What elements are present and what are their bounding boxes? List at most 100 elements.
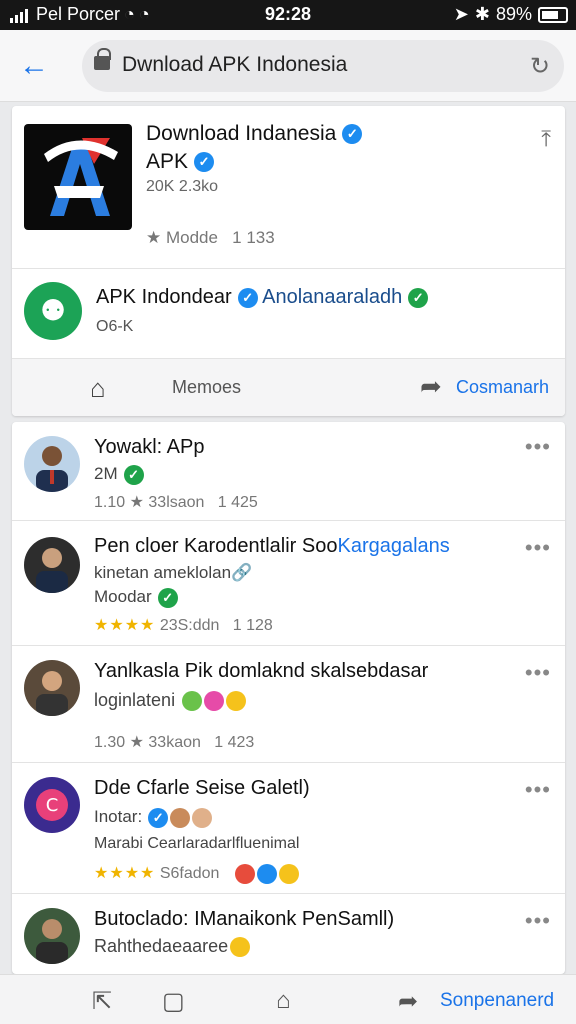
post-meta: ★★★★ S6fadon [94, 863, 299, 884]
post-title: Pen cloer Karodentlalir SooKargagalans [94, 535, 450, 558]
publisher-name-row[interactable]: APK Indondear ✓ Anolanaaraladh ✓ [96, 286, 429, 309]
verified-green-icon: ✓ [123, 464, 144, 485]
list-item[interactable]: Yanlkasla Pik domlaknd skalsebdasar logi… [12, 646, 565, 762]
post-line: 2M ✓ [94, 464, 144, 485]
emoji-icon [226, 691, 247, 712]
reload-icon[interactable]: ↻ [530, 52, 550, 81]
app-meta-count: 1 133 [232, 228, 275, 247]
app-title-line2: APK [146, 150, 189, 173]
emoji-icon [192, 807, 213, 828]
post-title-text: Pen cloer Karodentlalir Soo [94, 535, 338, 557]
star-icon: ★ [129, 494, 144, 511]
more-icon[interactable]: ••• [525, 660, 551, 686]
post-meta: ★★★★ 23S:ddn 1 128 [94, 615, 273, 635]
post-line-2: Marabi Cearlaradarlfluenimal [94, 835, 300, 852]
edit-share-icon[interactable]: ⇱ [92, 987, 112, 1016]
post-title: Yanlkasla Pik domlaknd skalsebdasar [94, 660, 429, 682]
publisher-handle: Anolanaaraladh [262, 286, 403, 308]
more-icon[interactable]: ••• [525, 908, 551, 934]
share-arrow-icon[interactable]: ➦ [398, 987, 418, 1016]
avatar [24, 537, 80, 593]
post-line-text: Rahthedaeaaree [94, 936, 229, 956]
bottom-bar: ⇱ ▢ ⌂ ➦ Sonpenanerd [0, 974, 576, 1024]
post-line: Inotar: ✓ [94, 807, 213, 828]
verified-badge-icon: ✓ [148, 807, 169, 828]
emoji-icon [230, 937, 251, 958]
post-title-accent: Kargagalans [337, 535, 450, 557]
list-item[interactable]: Butoclado: IManaikonk PenSamll) Rahtheda… [12, 894, 565, 974]
post-meta-b: S6fadon [159, 865, 220, 882]
memoes-button[interactable]: Memoes [172, 377, 241, 398]
bottom-action-label[interactable]: Sonpenanerd [440, 990, 554, 1012]
post-line-2: Moodar ✓ [94, 587, 178, 608]
post-line: loginlateni [94, 690, 247, 712]
app-meta-label: Modde [165, 228, 218, 247]
feed-list: Yowakl: APp 2M ✓ 1.10 ★ 33lsaon 1 425 •••… [12, 422, 565, 974]
post-count: 2M [94, 464, 118, 483]
list-item[interactable]: Pen cloer Karodentlalir SooKargagalans k… [12, 521, 565, 645]
share-arrow-icon[interactable]: ➦ [420, 371, 442, 402]
verified-badge-icon-2: ✓ [194, 152, 215, 173]
battery-percent: 89% [495, 4, 532, 24]
post-title: Dde Cfarle Seise Galetl) [94, 777, 310, 799]
emoji-icon [170, 807, 191, 828]
post-meta-c: 1 423 [214, 734, 255, 751]
emoji-icon [256, 863, 277, 884]
app-card: Download Indanesia ✓ APK ✓ 20K 2.3ko ★ Mod… [12, 106, 565, 416]
svg-text:C: C [46, 795, 59, 816]
location-icon: ➤ [453, 4, 469, 24]
post-title: Butoclado: IManaikonk PenSamll) [94, 908, 395, 930]
post-meta-c: 1 128 [232, 617, 273, 634]
star-rating: ★★★★ [94, 865, 156, 882]
post-meta-b: 33kaon [148, 734, 201, 751]
verified-badge-icon: ✓ [342, 124, 363, 145]
link-icon: 🔗 [231, 563, 253, 582]
post-line: kinetan ameklolan🔗 [94, 563, 252, 583]
avatar [24, 908, 80, 964]
list-item[interactable]: Yowakl: APp 2M ✓ 1.10 ★ 33lsaon 1 425 ••• [12, 422, 565, 520]
app-actions: ⌂ Memoes ➦ Cosmanarh [12, 358, 565, 416]
battery-icon [538, 6, 568, 23]
post-line-text: kinetan ameklolan [94, 563, 232, 582]
emoji-icon [204, 691, 225, 712]
share-upload-icon[interactable]: ⤒ [541, 126, 551, 152]
star-rating: ★★★★ [94, 617, 156, 634]
app-title: Download Indanesia ✓ APK ✓ [146, 120, 466, 176]
star-icon: ★ [146, 228, 162, 247]
publisher-sub: O6-K [96, 318, 134, 335]
home-icon[interactable]: ⌂ [90, 373, 106, 404]
post-title: Yowakl: APp [94, 436, 205, 458]
post-meta-b: 33lsaon [148, 494, 205, 511]
comment-button[interactable]: Cosmanarh [456, 377, 549, 398]
post-line: Rahthedaeaaree [94, 936, 251, 958]
emoji-icon [182, 691, 203, 712]
post-meta-a: 1.30 [94, 734, 126, 751]
star-icon: ★ [129, 734, 144, 751]
more-icon[interactable]: ••• [525, 535, 551, 561]
app-size: 20K 2.3ko [146, 178, 219, 195]
home-icon[interactable]: ⌂ [276, 987, 291, 1015]
emoji-icon [234, 863, 255, 884]
status-right: ➤ ✱ 89% [454, 4, 568, 25]
post-meta-b: 23S:ddn [159, 617, 220, 634]
more-icon[interactable]: ••• [525, 777, 551, 803]
avatar [24, 660, 80, 716]
comment-icon[interactable]: ▢ [162, 987, 185, 1016]
app-logo [24, 124, 132, 230]
post-line2-text: Moodar [94, 587, 152, 606]
publisher-name: APK Indondear [96, 286, 232, 308]
back-arrow-icon[interactable]: ← [14, 46, 54, 86]
list-item[interactable]: C Dde Cfarle Seise Galetl) Inotar: ✓ Mara… [12, 763, 565, 893]
emoji-icon [278, 863, 299, 884]
url-field[interactable]: Dwnload APK Indonesia ↻ [82, 40, 564, 92]
verified-green-icon: ✓ [157, 587, 178, 608]
lock-icon [94, 48, 111, 70]
publisher-logo: ⚉ [24, 282, 82, 340]
divider [12, 268, 565, 269]
more-icon[interactable]: ••• [525, 434, 551, 460]
post-line-text: Inotar: [94, 807, 143, 826]
avatar: C [24, 777, 80, 833]
post-meta: 1.10 ★ 33lsaon 1 425 [94, 492, 258, 512]
post-meta: 1.30 ★ 33kaon 1 423 [94, 732, 254, 752]
app-meta: ★ Modde 1 133 [146, 228, 275, 248]
